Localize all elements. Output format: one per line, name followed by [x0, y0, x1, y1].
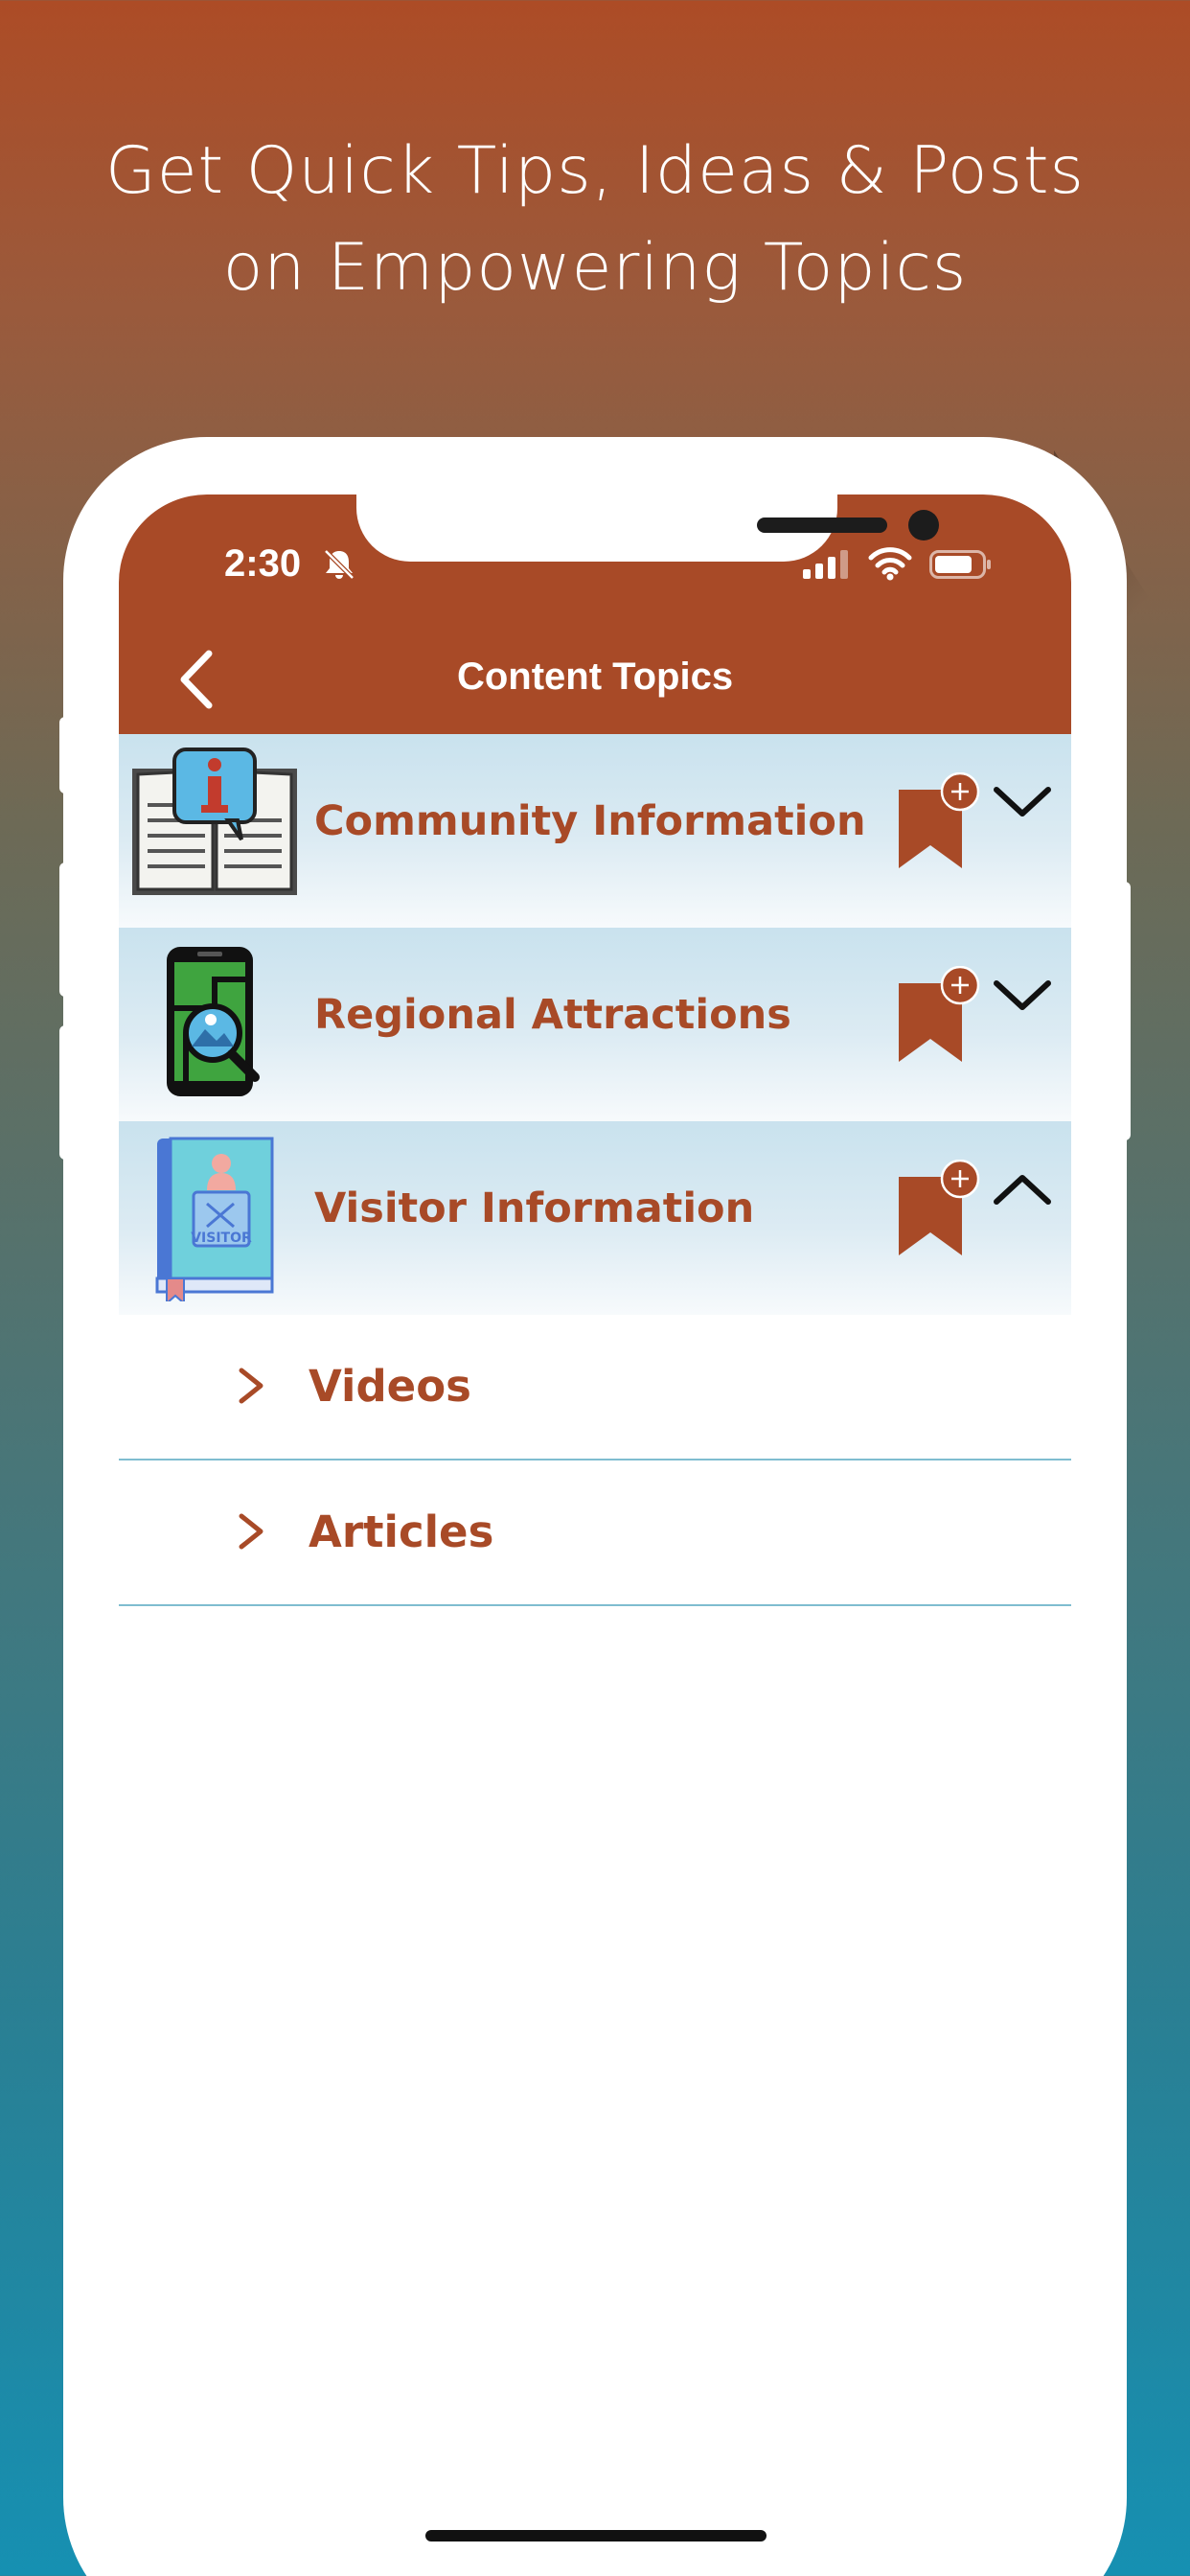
- subitem-label: Videos: [309, 1361, 471, 1412]
- signal-icon: [803, 550, 848, 579]
- promo-headline: Get Quick Tips, Ideas & Posts on Empower…: [0, 123, 1190, 316]
- chevron-down-icon[interactable]: [991, 976, 1054, 1014]
- status-time: 2:30: [224, 542, 302, 585]
- topic-row-community-information[interactable]: Community Information: [119, 734, 1071, 928]
- battery-icon: [929, 550, 991, 579]
- phone-notch: [356, 494, 939, 562]
- subitem-videos[interactable]: Videos: [119, 1315, 1071, 1460]
- bookmark-add-icon[interactable]: [897, 966, 985, 1064]
- topic-row-regional-attractions[interactable]: Regional Attractions: [119, 928, 1071, 1121]
- topic-label: Community Information: [314, 797, 866, 845]
- chevron-right-icon: [239, 1368, 263, 1404]
- bell-slash-icon: [324, 549, 355, 580]
- subitem-articles[interactable]: Articles: [119, 1460, 1071, 1606]
- topic-label: Visitor Information: [314, 1184, 755, 1232]
- subitem-label: Articles: [309, 1506, 494, 1557]
- svg-text:VISITOR: VISITOR: [191, 1230, 252, 1246]
- app-screen: 2:30 Content Topics Community Informatio…: [119, 494, 1071, 2576]
- wifi-icon: [868, 547, 912, 581]
- chevron-down-icon[interactable]: [991, 782, 1054, 820]
- promo-headline-line2: on Empowering Topics: [222, 230, 968, 306]
- divider: [119, 1604, 1071, 1606]
- page-title: Content Topics: [456, 656, 734, 698]
- chevron-right-icon: [239, 1513, 263, 1550]
- promo-headline-line1: Get Quick Tips, Ideas & Posts: [105, 133, 1085, 209]
- visitor-guide-book-icon: VISITOR: [155, 1137, 274, 1301]
- chevron-up-icon[interactable]: [991, 1169, 1054, 1208]
- phone-map-search-icon: [167, 947, 260, 1096]
- home-indicator[interactable]: [425, 2530, 767, 2542]
- topic-row-visitor-information[interactable]: VISITOR Visitor Information: [119, 1121, 1071, 1315]
- bookmark-add-icon[interactable]: [897, 772, 985, 870]
- app-header: 2:30 Content Topics: [119, 494, 1071, 734]
- front-camera: [908, 510, 939, 540]
- topic-label: Regional Attractions: [314, 991, 791, 1039]
- bookmark-add-icon[interactable]: [897, 1160, 985, 1257]
- open-book-info-icon: [132, 748, 297, 895]
- speaker-grille: [757, 518, 887, 533]
